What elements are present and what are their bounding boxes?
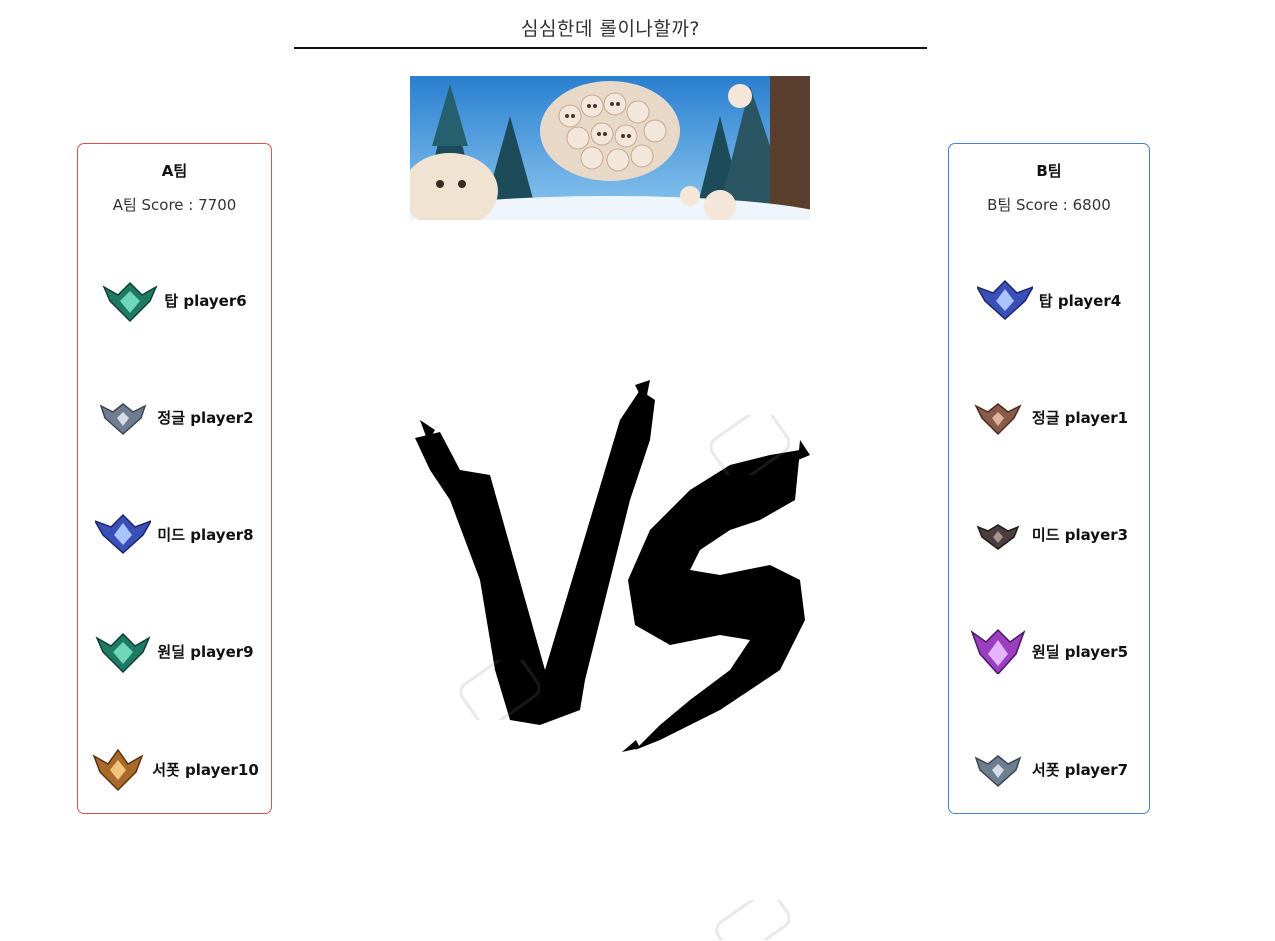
team-a-player-mid[interactable]: 미드 player8 <box>78 509 271 559</box>
gold-emblem-icon <box>92 748 144 792</box>
page-title: 심심한데 롤이나할까? <box>521 18 700 40</box>
team-a-player-jungle[interactable]: 정글 player2 <box>78 392 271 442</box>
vs-letter-s <box>628 450 805 750</box>
team-a-panel: A팀 A팀 Score : 7700 탑 player6 정글 player2 … <box>77 143 272 814</box>
bronze-emblem-icon <box>974 403 1022 436</box>
team-b-panel: B팀 B팀 Score : 6800 탑 player4 정글 player1 … <box>948 143 1150 814</box>
team-b-player-adc[interactable]: 원딜 player5 <box>949 626 1149 676</box>
watermark-icon <box>715 900 790 940</box>
team-b-score: B팀 Score : 6800 <box>987 196 1111 214</box>
player-name: player3 <box>1064 525 1129 544</box>
team-a-player-support[interactable]: 서폿 player10 <box>78 744 271 794</box>
player-position: 미드 <box>1031 525 1060 544</box>
banner-image <box>410 76 810 220</box>
player-name: player5 <box>1064 642 1129 661</box>
team-a-score: A팀 Score : 7700 <box>112 196 237 214</box>
silver-emblem-icon <box>974 755 1022 788</box>
player-name: player4 <box>1057 291 1122 310</box>
team-a-player-adc[interactable]: 원딜 player9 <box>78 626 271 676</box>
watermark-icon <box>460 660 540 720</box>
player-position: 정글 <box>157 408 186 427</box>
player-position: 서폿 <box>152 760 180 779</box>
player-name: player2 <box>190 408 254 427</box>
player-position: 탑 <box>1038 291 1053 310</box>
player-name: player9 <box>190 642 254 661</box>
iron-emblem-icon <box>976 524 1020 550</box>
team-b-player-mid[interactable]: 미드 player3 <box>949 509 1149 559</box>
player-name: player6 <box>183 291 247 310</box>
player-name: player10 <box>185 760 259 779</box>
team-b-player-top[interactable]: 탑 player4 <box>949 275 1149 325</box>
team-b-player-jungle[interactable]: 정글 player1 <box>949 392 1149 442</box>
diamond-emblem-icon <box>95 513 152 555</box>
team-b-player-support[interactable]: 서폿 player7 <box>949 744 1149 794</box>
player-position: 탑 <box>164 291 179 310</box>
player-name: player8 <box>190 525 254 544</box>
page-header: 심심한데 롤이나할까? <box>294 14 927 49</box>
player-name: player1 <box>1064 408 1129 427</box>
player-name: player7 <box>1064 760 1129 779</box>
diamond-emblem-icon <box>976 279 1033 321</box>
player-position: 원딜 <box>157 642 186 661</box>
team-a-player-top[interactable]: 탑 player6 <box>78 275 271 325</box>
emerald-emblem-icon <box>102 281 158 323</box>
player-position: 정글 <box>1031 408 1060 427</box>
player-position: 원딜 <box>1031 642 1060 661</box>
team-b-name: B팀 <box>1036 162 1062 180</box>
player-position: 서폿 <box>1031 760 1060 779</box>
master-emblem-icon <box>970 628 1026 674</box>
watermark-icon <box>710 415 790 475</box>
emerald-emblem-icon <box>95 632 151 674</box>
player-position: 미드 <box>157 525 186 544</box>
team-a-name: A팀 <box>161 162 188 180</box>
silver-emblem-icon <box>100 403 147 436</box>
